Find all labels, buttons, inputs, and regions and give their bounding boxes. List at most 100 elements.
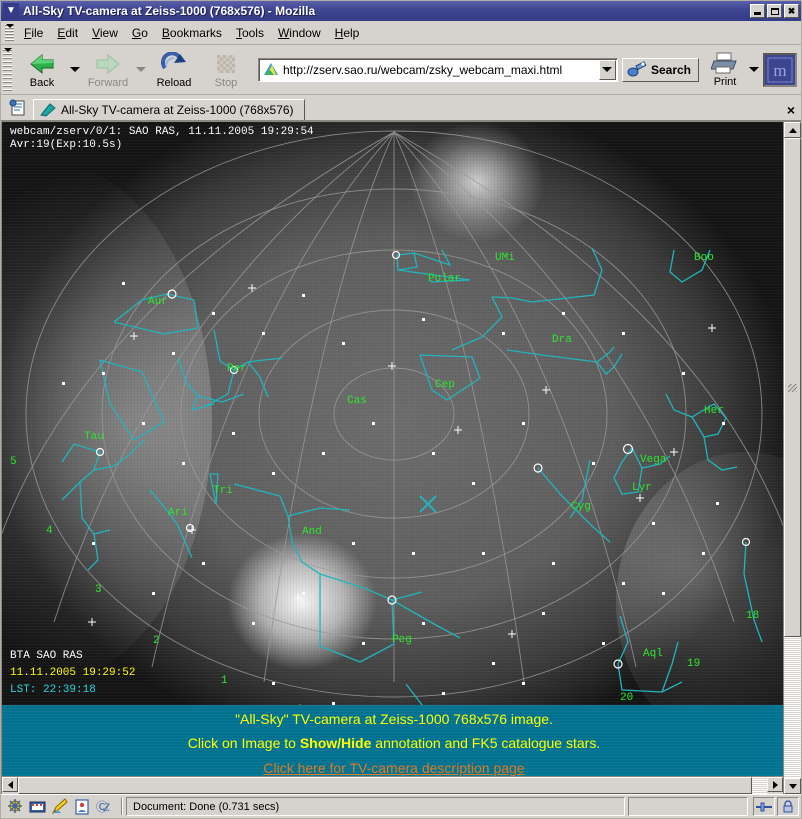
constellation-label-lyr: Lyr: [632, 482, 652, 494]
back-button[interactable]: Back: [16, 47, 68, 93]
svg-text:m: m: [773, 61, 786, 80]
hscroll-thumb[interactable]: [18, 777, 753, 794]
mail-icon[interactable]: [29, 798, 46, 815]
hour-mark-3: 3: [95, 584, 102, 596]
reload-button-label: Reload: [156, 77, 192, 89]
constellation-label-umi: UMi: [495, 252, 515, 264]
stop-button-label: Stop: [214, 77, 238, 89]
addressbook-icon[interactable]: [73, 798, 90, 815]
forward-button[interactable]: Forward: [82, 47, 134, 93]
tab-favicon: [40, 103, 56, 117]
browser-window: ▼ All-Sky TV-camera at Zeiss-1000 (768x5…: [0, 0, 802, 819]
print-dropdown[interactable]: [747, 47, 761, 93]
reload-button[interactable]: Reload: [148, 47, 200, 93]
caption-line2-pre: Click on Image to: [187, 735, 300, 751]
hour-mark-2: 2: [153, 635, 160, 647]
scroll-up-button[interactable]: [784, 122, 801, 138]
status-bar: Ⓒ Z Document: Done (0.731 secs): [1, 794, 801, 818]
search-icon: [627, 60, 647, 76]
tvcamera-description-link[interactable]: Click here for TV-camera description pag…: [263, 760, 524, 776]
print-button[interactable]: Print: [703, 52, 747, 88]
minimize-button[interactable]: [750, 4, 765, 18]
constellation-label-aur: Aur: [148, 296, 168, 308]
scroll-thumb-grip-icon: [788, 383, 797, 392]
sky-footer-date: 11.11.2005 19:29:52: [10, 667, 136, 679]
back-dropdown[interactable]: [68, 47, 82, 93]
hour-mark-18: 18: [746, 610, 760, 622]
system-menu-icon[interactable]: ▼: [3, 3, 19, 19]
url-dropdown-button[interactable]: [598, 59, 616, 80]
offline-status-icon[interactable]: [753, 797, 775, 816]
mozilla-logo-icon: m: [767, 57, 793, 82]
chevron-down-icon: [749, 67, 759, 72]
throbber-button[interactable]: m: [763, 52, 797, 87]
chevron-down-icon: [136, 67, 146, 72]
composer-icon[interactable]: [51, 798, 68, 815]
tab-allsky[interactable]: All-Sky TV-camera at Zeiss-1000 (768x576…: [33, 99, 305, 120]
scroll-right-button[interactable]: [767, 777, 783, 792]
component-bar: Ⓒ Z: [3, 797, 118, 816]
forward-arrow-icon: [95, 50, 121, 76]
menu-tools[interactable]: Tools: [229, 24, 271, 42]
vertical-scrollbar[interactable]: [783, 122, 801, 794]
navigation-toolbar: Back Forward Reload Stop http://zserv.sa…: [1, 45, 801, 95]
menu-view[interactable]: View: [85, 24, 125, 42]
constellation-label-dra: Dra: [552, 334, 572, 346]
menubar-grip[interactable]: [5, 23, 14, 42]
hour-mark-20: 20: [620, 692, 634, 704]
page-caption: "All-Sky" TV-camera at Zeiss-1000 768x57…: [2, 705, 783, 776]
page-viewport[interactable]: webcam/zserv/0/1: SAO RAS, 11.11.2005 19…: [1, 122, 783, 794]
hour-mark-19: 19: [687, 658, 701, 670]
forward-button-label: Forward: [87, 77, 129, 89]
print-button-label: Print: [713, 75, 737, 88]
menu-bookmarks[interactable]: Bookmarks: [155, 24, 229, 42]
chatzilla-icon[interactable]: Ⓒ Z: [95, 798, 112, 815]
forward-dropdown[interactable]: [134, 47, 148, 93]
hscroll-track[interactable]: [18, 777, 767, 794]
stop-button[interactable]: Stop: [200, 47, 252, 93]
constellation-label-polar: Polar: [428, 273, 462, 285]
maximize-icon: [770, 7, 779, 15]
menu-window[interactable]: Window: [271, 24, 328, 42]
sky-header-line1: webcam/zserv/0/1: SAO RAS, 11.11.2005 19…: [10, 126, 314, 138]
scroll-down-button[interactable]: [784, 778, 801, 794]
title-bar: ▼ All-Sky TV-camera at Zeiss-1000 (768x5…: [1, 1, 801, 21]
menu-help[interactable]: Help: [328, 24, 367, 42]
window-title: All-Sky TV-camera at Zeiss-1000 (768x576…: [23, 4, 316, 18]
menu-file[interactable]: File: [17, 24, 50, 42]
menu-go[interactable]: Go: [125, 24, 155, 42]
search-button-label: Search: [650, 62, 691, 77]
constellation-label-cep: Cep: [435, 379, 455, 391]
toolbar-grip[interactable]: [3, 47, 12, 91]
constellation-label-aql: Aql: [643, 648, 663, 660]
tab-list-icon[interactable]: [7, 97, 29, 119]
close-button[interactable]: ✖: [784, 4, 799, 18]
caption-line-1: "All-Sky" TV-camera at Zeiss-1000 768x57…: [235, 711, 553, 727]
scroll-left-button[interactable]: [2, 777, 18, 792]
vscroll-thumb[interactable]: [784, 138, 801, 638]
chevron-down-icon: [602, 67, 613, 72]
sky-footer-lst: LST: 22:39:18: [10, 684, 96, 696]
menu-edit[interactable]: Edit: [50, 24, 85, 42]
allsky-image[interactable]: webcam/zserv/0/1: SAO RAS, 11.11.2005 19…: [2, 122, 783, 705]
navigator-icon[interactable]: [7, 798, 24, 815]
svg-text:Z: Z: [103, 800, 110, 814]
security-padlock-icon[interactable]: [777, 797, 799, 816]
constellation-label-tri: Tri: [213, 485, 233, 497]
maximize-button[interactable]: [767, 4, 782, 18]
content-area: webcam/zserv/0/1: SAO RAS, 11.11.2005 19…: [1, 121, 801, 794]
tab-label: All-Sky TV-camera at Zeiss-1000 (768x576…: [61, 103, 294, 117]
sky-overlay-svg: [2, 130, 783, 705]
caption-line-3: Click here for TV-camera description pag…: [2, 751, 783, 776]
tab-bar: All-Sky TV-camera at Zeiss-1000 (768x576…: [1, 95, 801, 121]
vscroll-track[interactable]: [784, 138, 801, 778]
zenith-marker: [419, 495, 437, 513]
search-button[interactable]: Search: [621, 57, 699, 82]
url-input[interactable]: [283, 60, 599, 79]
horizontal-scrollbar[interactable]: [2, 776, 783, 794]
constellation-label-cyg: Cyg: [571, 501, 591, 513]
address-bar[interactable]: [258, 57, 618, 82]
tab-close-button[interactable]: ×: [787, 103, 795, 117]
statusbar-divider: [121, 798, 123, 815]
arrow-right-icon: [772, 780, 778, 789]
